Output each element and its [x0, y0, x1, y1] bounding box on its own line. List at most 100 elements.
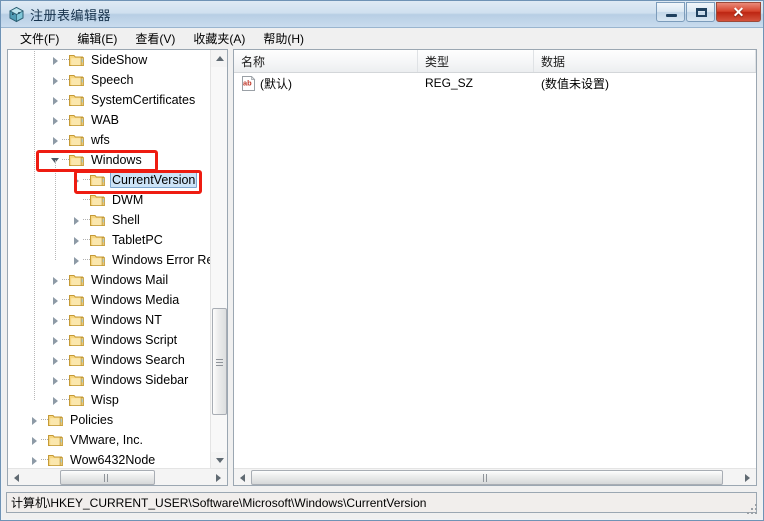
value-name-cell: ab(默认) — [234, 73, 418, 93]
menu-item-5[interactable]: 帮助(H) — [254, 28, 313, 50]
tree-connector — [83, 239, 90, 241]
tree-item-dwm[interactable]: DWM — [8, 190, 212, 210]
expand-arrow-icon[interactable] — [70, 234, 83, 247]
expand-arrow-icon[interactable] — [49, 274, 62, 287]
status-bar: 计算机\HKEY_CURRENT_USER\Software\Microsoft… — [2, 489, 762, 519]
tree-item-sideshow[interactable]: SideShow — [8, 50, 212, 70]
tree-item-label: Policies — [68, 412, 115, 428]
expand-arrow-icon[interactable] — [49, 114, 62, 127]
column-header-1[interactable]: 名称 — [234, 50, 418, 72]
tree-item-windows-nt[interactable]: Windows NT — [8, 310, 212, 330]
tree-item-tabletpc[interactable]: TabletPC — [8, 230, 212, 250]
tree-hscroll-thumb[interactable] — [60, 470, 155, 485]
value-type-cell: REG_SZ — [418, 73, 534, 93]
menu-item-4[interactable]: 收藏夹(A) — [184, 28, 254, 50]
folder-icon — [69, 53, 85, 67]
tree-connector — [62, 319, 69, 321]
tree-scroll-down-button[interactable] — [211, 452, 228, 469]
list-horizontal-scrollbar[interactable] — [234, 468, 756, 485]
grip-icon — [483, 474, 491, 482]
column-header-label: 名称 — [241, 53, 265, 70]
folder-icon — [69, 313, 85, 327]
tree-item-windows-search[interactable]: Windows Search — [8, 350, 212, 370]
tree-item-windows-error-re[interactable]: Windows Error Re — [8, 250, 212, 270]
close-button[interactable]: ✕ — [716, 2, 761, 22]
minimize-icon — [666, 14, 677, 17]
registry-values-pane: 名称 类型数据 ab(默认)REG_SZ(数值未设置) — [233, 49, 757, 486]
registry-tree-pane: SideShowSpeechSystemCertificatesWABwfsWi… — [7, 49, 228, 486]
menu-item-1[interactable]: 文件(F) — [11, 28, 68, 50]
expand-arrow-icon[interactable] — [49, 334, 62, 347]
tree-vertical-scrollbar[interactable] — [210, 50, 227, 469]
expand-arrow-icon[interactable] — [49, 314, 62, 327]
minimize-button[interactable] — [656, 2, 685, 22]
tree-connector — [62, 339, 69, 341]
tree-connector — [83, 219, 90, 221]
tree-item-label: Windows Media — [89, 292, 181, 308]
status-path: 计算机\HKEY_CURRENT_USER\Software\Microsoft… — [6, 492, 757, 513]
tree-item-windows-sidebar[interactable]: Windows Sidebar — [8, 370, 212, 390]
expand-arrow-icon[interactable] — [49, 134, 62, 147]
value-row[interactable]: ab(默认)REG_SZ(数值未设置) — [234, 73, 756, 93]
expand-arrow-icon[interactable] — [49, 374, 62, 387]
tree-item-wow6432node[interactable]: Wow6432Node — [8, 450, 212, 469]
list-scroll-right-button[interactable] — [739, 469, 756, 486]
string-value-icon: ab — [241, 76, 256, 91]
column-header-2[interactable]: 类型 — [418, 50, 534, 72]
tree-scroll-up-button[interactable] — [211, 50, 228, 67]
expand-arrow-icon[interactable] — [49, 394, 62, 407]
chevron-down-icon — [216, 458, 224, 463]
expand-arrow-icon[interactable] — [49, 74, 62, 87]
tree-item-wfs[interactable]: wfs — [8, 130, 212, 150]
tree-item-wab[interactable]: WAB — [8, 110, 212, 130]
folder-icon — [90, 173, 106, 187]
registry-editor-window: 注册表编辑器 ✕ 文件(F)编辑(E)查看(V)收藏夹(A)帮助(H) Sid — [0, 0, 764, 521]
folder-icon — [69, 293, 85, 307]
menu-item-3[interactable]: 查看(V) — [126, 28, 184, 50]
tree-horizontal-scrollbar[interactable] — [8, 468, 227, 485]
menu-item-2[interactable]: 编辑(E) — [68, 28, 126, 50]
grip-icon — [216, 359, 223, 366]
tree-scroll-right-button[interactable] — [210, 469, 227, 486]
registry-values-list[interactable]: ab(默认)REG_SZ(数值未设置) — [234, 73, 756, 467]
expand-arrow-icon[interactable] — [49, 94, 62, 107]
expand-arrow-icon[interactable] — [49, 54, 62, 67]
list-scroll-left-button[interactable] — [234, 469, 251, 486]
expand-arrow-icon[interactable] — [28, 414, 41, 427]
tree-item-shell[interactable]: Shell — [8, 210, 212, 230]
expand-arrow-icon[interactable] — [28, 434, 41, 447]
expand-arrow-icon[interactable] — [28, 454, 41, 467]
tree-scroll-thumb[interactable] — [212, 308, 227, 415]
menu-bar: 文件(F)编辑(E)查看(V)收藏夹(A)帮助(H) — [2, 28, 762, 49]
tree-item-windows-media[interactable]: Windows Media — [8, 290, 212, 310]
tree-item-label: Speech — [89, 72, 135, 88]
tree-item-label: TabletPC — [110, 232, 165, 248]
column-header-3[interactable]: 数据 — [534, 50, 756, 72]
expand-arrow-icon[interactable] — [70, 254, 83, 267]
expand-arrow-icon[interactable] — [70, 214, 83, 227]
tree-item-policies[interactable]: Policies — [8, 410, 212, 430]
tree-item-wisp[interactable]: Wisp — [8, 390, 212, 410]
tree-connector — [62, 299, 69, 301]
tree-item-label: Shell — [110, 212, 142, 228]
tree-item-windows[interactable]: Windows — [8, 150, 212, 170]
expand-arrow-icon[interactable] — [49, 354, 62, 367]
list-hscroll-thumb[interactable] — [251, 470, 723, 485]
tree-item-speech[interactable]: Speech — [8, 70, 212, 90]
resize-grip-icon[interactable] — [747, 504, 759, 516]
tree-scroll-left-button[interactable] — [8, 469, 25, 486]
tree-item-windows-script[interactable]: Windows Script — [8, 330, 212, 350]
tree-item-currentversion[interactable]: CurrentVersion — [8, 170, 212, 190]
expand-arrow-icon[interactable] — [49, 294, 62, 307]
tree-connector — [62, 359, 69, 361]
tree-item-vmware-inc[interactable]: VMware, Inc. — [8, 430, 212, 450]
tree-item-label: DWM — [110, 192, 145, 208]
maximize-button[interactable] — [686, 2, 715, 22]
tree-item-windows-mail[interactable]: Windows Mail — [8, 270, 212, 290]
chevron-right-icon — [745, 474, 750, 482]
window-title: 注册表编辑器 — [30, 5, 111, 24]
tree-item-systemcertificates[interactable]: SystemCertificates — [8, 90, 212, 110]
registry-tree[interactable]: SideShowSpeechSystemCertificatesWABwfsWi… — [8, 50, 212, 469]
expand-arrow-icon[interactable] — [70, 174, 83, 187]
tree-item-label: Windows Script — [89, 332, 179, 348]
